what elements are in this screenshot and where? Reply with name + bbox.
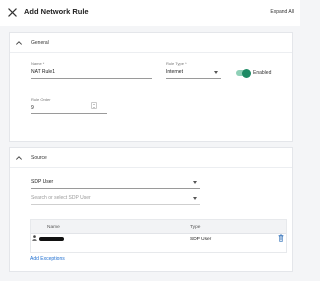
name-label: Name *: [31, 61, 44, 66]
name-field[interactable]: NAT Rule1: [31, 69, 55, 75]
redacted-user-name: [39, 237, 64, 241]
general-section-header[interactable]: General: [10, 33, 292, 53]
rule-type-label-text: Rule Type: [166, 61, 184, 66]
rule-type-required-mark: *: [185, 61, 187, 66]
table-header: Name Type: [31, 220, 286, 234]
chevron-down-icon[interactable]: [193, 197, 197, 200]
user-icon: [32, 235, 37, 241]
rule-order-underline: [31, 113, 107, 114]
toggle-knob: [242, 68, 251, 78]
name-field-underline: [31, 78, 152, 79]
sdp-user-search-input[interactable]: Search or select SDP User: [31, 195, 91, 201]
name-label-text: Name: [31, 61, 42, 66]
rule-order-stepper[interactable]: [91, 102, 97, 109]
chevron-down-icon[interactable]: [214, 71, 218, 74]
add-exceptions-link[interactable]: Add Exceptions: [30, 256, 65, 262]
trash-icon[interactable]: [278, 234, 284, 242]
general-section-title: General: [31, 40, 49, 46]
stepper-up-icon[interactable]: [93, 103, 95, 105]
expand-all-button[interactable]: Expand All: [270, 9, 294, 15]
source-section-header[interactable]: Source: [10, 148, 292, 168]
source-type-underline: [31, 188, 200, 189]
general-section: General Name * NAT Rule1 Rule Type * Int…: [9, 32, 293, 142]
enabled-label: Enabled: [253, 70, 272, 76]
rule-type-select[interactable]: Internet: [166, 69, 183, 75]
dialog-title: Add Network Rule: [24, 7, 89, 16]
chevron-up-icon[interactable]: [15, 154, 23, 162]
source-type-select[interactable]: SDP User: [31, 179, 53, 185]
enabled-toggle[interactable]: [236, 68, 251, 78]
chevron-up-icon[interactable]: [15, 39, 23, 47]
search-underline: [31, 204, 200, 205]
name-required-mark: *: [42, 61, 45, 66]
column-header-name: Name: [47, 225, 60, 230]
source-section-title: Source: [31, 155, 47, 161]
rule-order-label: Rule Order: [31, 97, 51, 102]
rule-order-field[interactable]: 9: [31, 105, 34, 111]
dialog-header: Add Network Rule Expand All: [0, 0, 300, 26]
chevron-down-icon[interactable]: [193, 181, 197, 184]
column-header-type: Type: [190, 225, 201, 230]
stepper-down-icon[interactable]: [93, 106, 95, 108]
table-row-type: SDP User: [190, 237, 212, 242]
source-section: Source SDP User Search or select SDP Use…: [9, 147, 293, 272]
rule-type-label: Rule Type *: [166, 61, 187, 66]
rule-type-underline: [166, 78, 221, 79]
close-icon[interactable]: [8, 8, 17, 17]
source-table: Name Type: [30, 219, 287, 253]
